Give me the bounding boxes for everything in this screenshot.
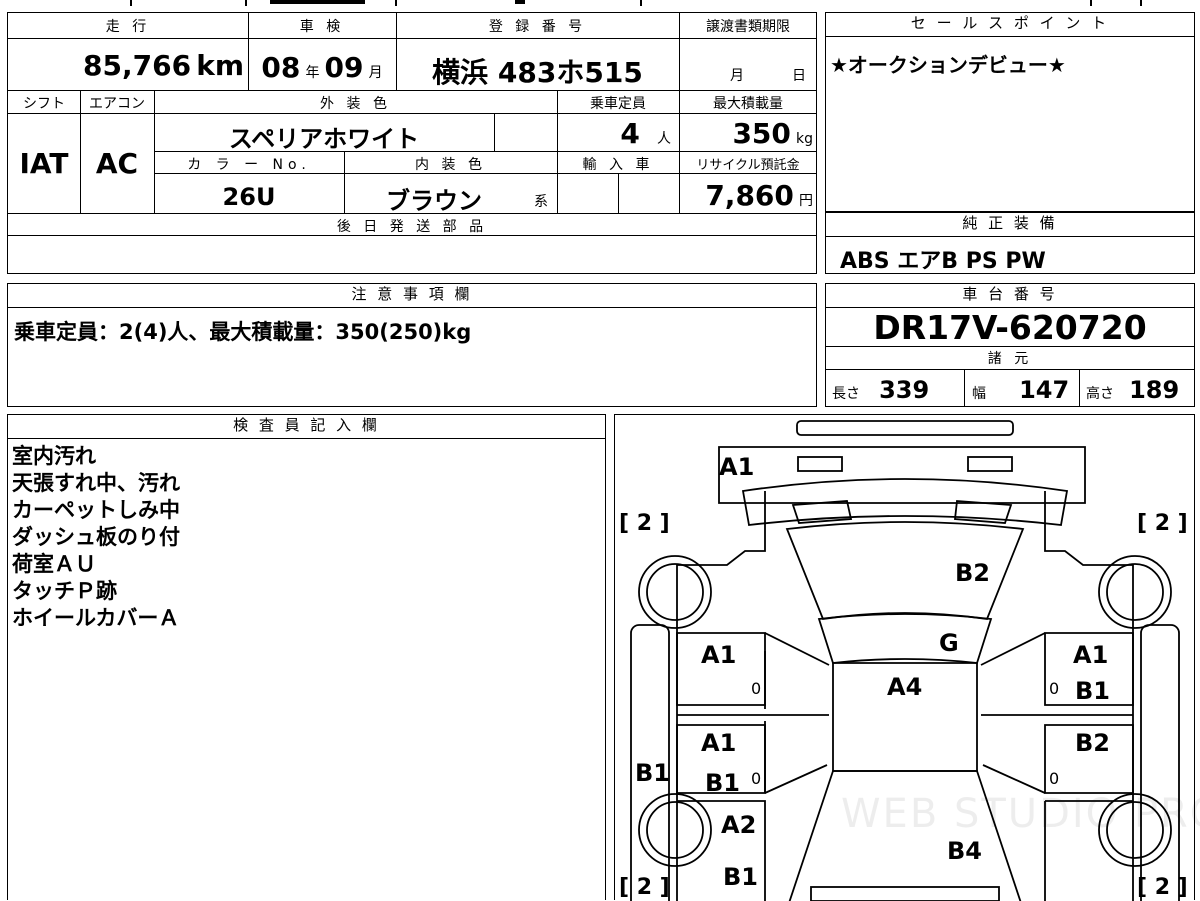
capacity-value-cell: 4 人 <box>620 117 671 150</box>
damage-left-quarter-b: B1 <box>723 863 758 891</box>
note-line: カーペットしみ中 <box>12 498 180 522</box>
vehicle-info-table: 走 行 車 検 登 録 番 号 譲渡書類期限 85,766 km 08 年 09… <box>7 12 817 274</box>
capacity-value: 4 <box>620 117 640 150</box>
note-line: ダッシュ板のり付 <box>12 525 180 549</box>
shift-value: IAT <box>19 147 69 180</box>
inspector-notes-list: 室内汚れ 天張すれ中、汚れ カーペットしみ中 ダッシュ板のり付 荷室ＡＵ タッチ… <box>12 443 180 632</box>
chassis-number: DR17V-620720 <box>873 308 1147 347</box>
mileage-unit: km <box>196 49 244 82</box>
capacity-label: 乗車定員 <box>590 96 646 112</box>
genuine-equipment-label: 純 正 装 備 <box>826 213 1194 237</box>
damage-right-front-door-a: A1 <box>1073 641 1109 669</box>
tire-mark-rear-left: [ 2 ] <box>619 875 670 900</box>
tire-mark-rear-right: [ 2 ] <box>1137 875 1188 900</box>
damage-left-rear-door-a: A1 <box>701 729 737 757</box>
chassis-box: 車 台 番 号 DR17V-620720 諸 元 長さ 339 幅 147 高さ… <box>825 283 1195 407</box>
mileage-label: 走 行 <box>105 19 151 35</box>
damage-left-rear-door-b: B1 <box>705 769 740 797</box>
ac-label: エアコン <box>89 96 145 112</box>
note-line: タッチＰ跡 <box>12 579 117 603</box>
damage-windshield: G <box>939 629 959 657</box>
damage-left-rocker: B1 <box>635 759 670 787</box>
genuine-equipment-text: ABS エアB PS PW <box>840 249 1046 274</box>
watermark: WEB STUDIO PRO <box>841 791 1200 837</box>
zero-mark: 0 <box>751 769 762 788</box>
note-line: 荷室ＡＵ <box>12 552 96 576</box>
mileage-value: 85,766 <box>83 49 192 82</box>
tire-mark-front-left: [ 2 ] <box>619 511 670 536</box>
max-load-value: 350 <box>732 117 791 150</box>
damage-right-rear-door: B2 <box>1075 729 1110 757</box>
later-parts-label: 後 日 発 送 部 品 <box>336 219 488 235</box>
interior-color-label: 内 装 色 <box>415 157 486 173</box>
caution-label: 注 意 事 項 欄 <box>8 284 816 308</box>
height-value: 189 <box>1129 376 1180 404</box>
max-load-label: 最大積載量 <box>713 96 783 112</box>
max-load-value-cell: 350 kg <box>732 117 813 150</box>
import-label: 輸 入 車 <box>582 157 654 173</box>
recycle-value: 7,860 <box>705 179 794 212</box>
shaken-year: 08 <box>261 51 301 84</box>
shift-label: シフト <box>23 96 65 112</box>
transfer-deadline-label: 譲渡書類期限 <box>706 19 790 35</box>
inspector-notes-box: 検 査 員 記 入 欄 室内汚れ 天張すれ中、汚れ カーペットしみ中 ダッシュ板… <box>7 414 606 900</box>
tire-mark-front-right: [ 2 ] <box>1137 511 1188 536</box>
length-value: 339 <box>879 376 930 404</box>
mileage-value-cell: 85,766 km <box>8 39 248 91</box>
damage-right-front-door-b: B1 <box>1075 677 1110 705</box>
shaken-value-cell: 08 年 09 月 <box>261 51 383 84</box>
exterior-color-label: 外 装 色 <box>320 96 391 112</box>
damage-left-front-door: A1 <box>701 641 737 669</box>
zero-mark: 0 <box>1049 769 1060 788</box>
car-damage-diagram: [ 2 ] [ 2 ] [ 2 ] [ 2 ] A1 B2 G A4 B4 A1… <box>614 414 1200 901</box>
damage-front-bumper: A1 <box>719 453 755 481</box>
exterior-color-value: スペリアホワイト <box>228 125 420 153</box>
damage-hood: B2 <box>955 559 990 587</box>
registration-value: 横浜 483ホ515 <box>432 56 643 89</box>
recycle-deposit-label: リサイクル預託金 <box>696 158 800 173</box>
height-cell: 高さ 189 <box>1086 376 1180 404</box>
damage-roof: A4 <box>887 673 923 701</box>
ac-value: AC <box>95 147 139 180</box>
caution-text: 乗車定員：2(4)人、最大積載量：350(250)kg <box>14 320 472 344</box>
shaken-month: 09 <box>324 51 364 84</box>
chassis-label: 車 台 番 号 <box>826 284 1194 308</box>
sales-point-text: ★オークションデビュー★ <box>830 53 1066 77</box>
damage-rear: B4 <box>947 837 982 865</box>
registration-label: 登 録 番 号 <box>488 19 587 35</box>
zero-mark: 0 <box>1049 679 1060 698</box>
color-no-label: カ ラ ー No. <box>187 157 311 173</box>
color-no-value: 26U <box>222 183 276 211</box>
top-strip <box>0 0 1200 8</box>
damage-left-quarter-a: A2 <box>721 811 757 839</box>
interior-color-value: ブラウン <box>386 187 482 215</box>
genuine-equipment-box: 純 正 装 備 ABS エアB PS PW <box>825 212 1195 274</box>
sales-point-box: セ ー ル ス ポ イ ン ト ★オークションデビュー★ <box>825 12 1195 212</box>
note-line: 天張すれ中、汚れ <box>12 471 180 495</box>
sales-point-label: セ ー ル ス ポ イ ン ト <box>826 13 1194 37</box>
length-cell: 長さ 339 <box>832 376 930 404</box>
specs-label: 諸 元 <box>987 351 1033 367</box>
note-line: 室内汚れ <box>12 444 96 468</box>
inspector-notes-label: 検 査 員 記 入 欄 <box>8 415 605 439</box>
recycle-value-cell: 7,860 円 <box>705 179 813 212</box>
shaken-label: 車 検 <box>299 19 345 35</box>
width-cell: 幅 147 <box>972 376 1070 404</box>
caution-box: 注 意 事 項 欄 乗車定員：2(4)人、最大積載量：350(250)kg <box>7 283 817 407</box>
width-value: 147 <box>1019 376 1070 404</box>
zero-mark: 0 <box>751 679 762 698</box>
note-line: ホイールカバーＡ <box>12 606 180 630</box>
